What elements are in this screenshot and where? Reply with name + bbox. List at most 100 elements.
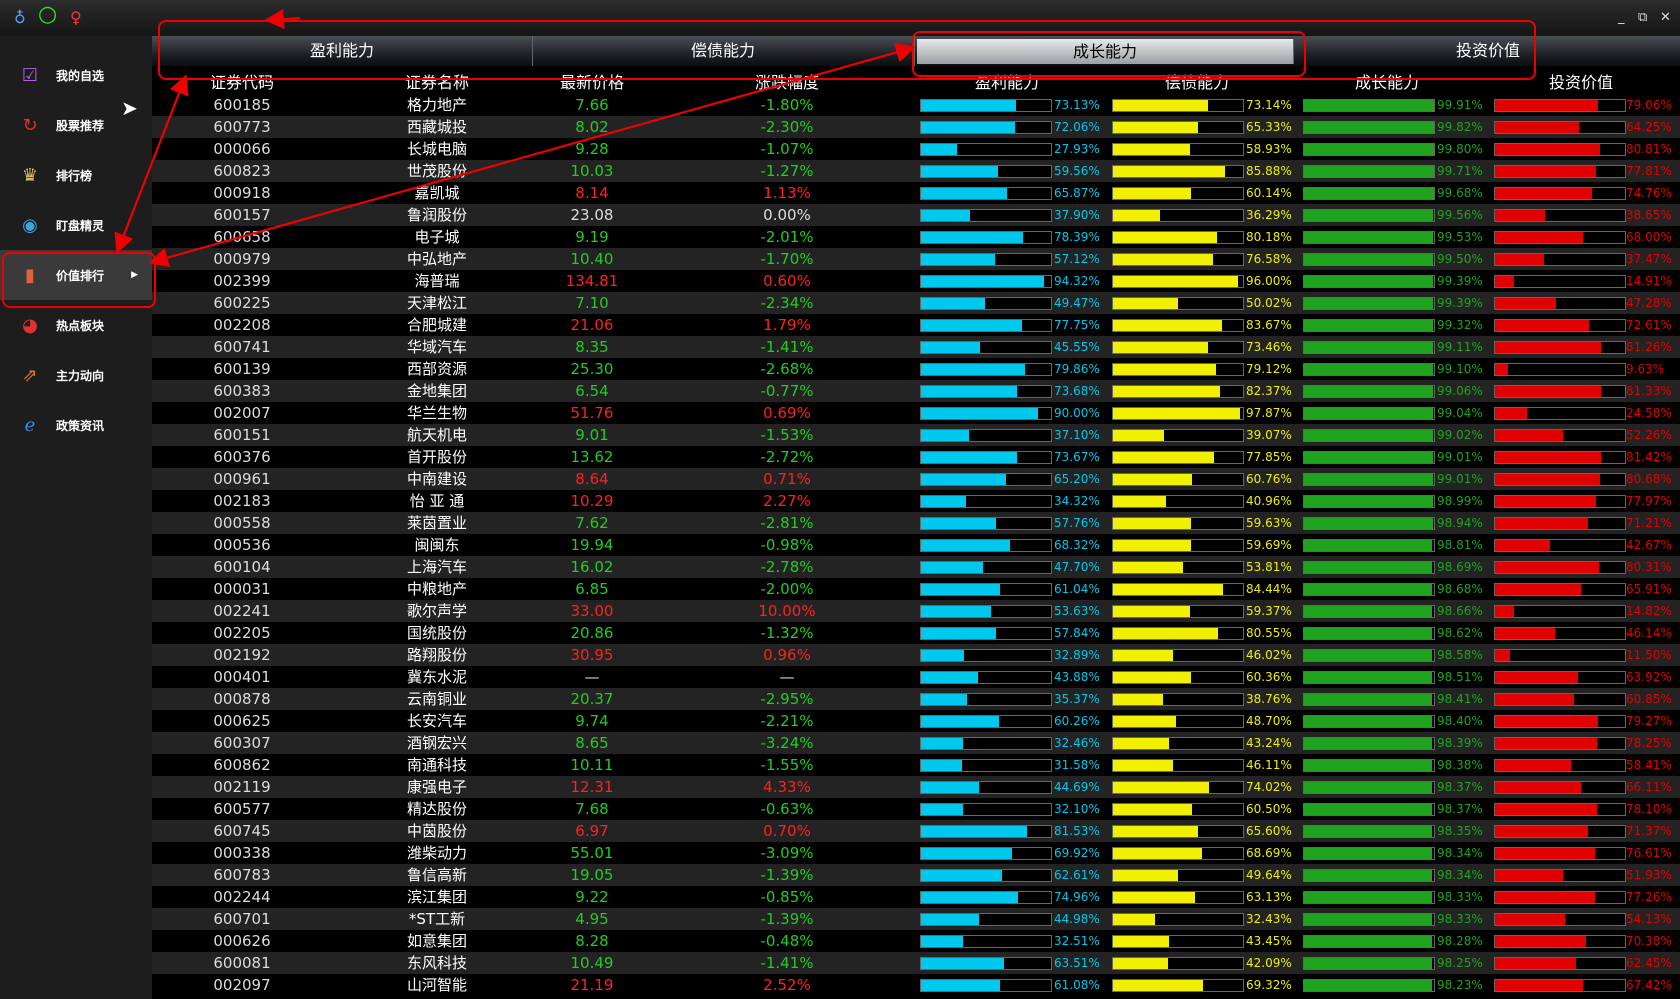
score-percent: 99.71%	[1437, 164, 1483, 178]
table-row[interactable]: 600701 *ST工新 4.95 -1.39% 44.98% 32.43% 98.33% 5…	[152, 908, 1680, 930]
table-row[interactable]: 600783 鲁信高新 19.05 -1.39% 62.61% 49.64% 98.34% 5…	[152, 864, 1680, 886]
table-row[interactable]: 000626 如意集团 8.28 -0.48% 32.51% 43.45% 98.28% 70…	[152, 930, 1680, 952]
score-percent: 99.04%	[1437, 406, 1483, 420]
sidebar-item-2[interactable]: ♛ 排行榜	[0, 150, 152, 200]
circle-icon[interactable]: ○	[38, 4, 57, 26]
table-row[interactable]: 002192 路翔股份 30.95 0.96% 32.89% 46.02% 98.58% 11…	[152, 644, 1680, 666]
table-row[interactable]: 600081 东风科技 10.49 -1.41% 63.51% 42.09% 98.25% 6…	[152, 952, 1680, 974]
table-row[interactable]: 000536 闽闽东 19.94 -0.98% 68.32% 59.69% 98.81% 42…	[152, 534, 1680, 556]
score-bar-fill	[921, 672, 979, 683]
minimize-icon[interactable]: _	[1618, 10, 1625, 25]
table-row[interactable]: 600225 天津松江 7.10 -2.34% 49.47% 50.02% 99.39% 47…	[152, 292, 1680, 314]
score-percent: 68.32%	[1054, 538, 1100, 552]
sidebar-item-0[interactable]: ☑ 我的自选	[0, 50, 152, 100]
table-row[interactable]: 000918 嘉凯城 8.14 1.13% 65.87% 60.14% 99.68% 74.7…	[152, 182, 1680, 204]
score-bar-成长能力	[1303, 231, 1435, 244]
sidebar-item-7[interactable]: ℯ 政策资讯	[0, 400, 152, 450]
table-row[interactable]: 600376 首开股份 13.62 -2.72% 73.67% 77.85% 99.01% 8…	[152, 446, 1680, 468]
change-percent: —	[779, 668, 795, 686]
score-percent: 37.90%	[1054, 208, 1100, 222]
table-row[interactable]: 002097 山河智能 21.19 2.52% 61.08% 69.32% 98.23% 67…	[152, 974, 1680, 996]
score-percent: 11.50%	[1626, 648, 1672, 662]
table-row[interactable]: 000961 中南建设 8.64 0.71% 65.20% 60.76% 99.01% 80.…	[152, 468, 1680, 490]
score-percent: 99.53%	[1437, 230, 1483, 244]
score-bar-fill	[1113, 958, 1168, 969]
stock-code: 600151	[213, 426, 271, 444]
table-row[interactable]: 600383 金地集团 6.54 -0.77% 73.68% 82.37% 99.06% 81…	[152, 380, 1680, 402]
score-bar-fill	[1113, 144, 1190, 155]
score-bar-fill	[1495, 650, 1510, 661]
score-percent: 98.94%	[1437, 516, 1483, 530]
restore-icon[interactable]: ⧉	[1638, 10, 1647, 25]
table-row[interactable]: 002399 海普瑞 134.81 0.60% 94.32% 96.00% 99.39% 14…	[152, 270, 1680, 292]
score-bar-偿债能力	[1112, 143, 1244, 156]
latest-price: 25.30	[570, 360, 614, 378]
table-row[interactable]: 600823 世茂股份 10.03 -1.27% 59.56% 85.88% 99.71% 7…	[152, 160, 1680, 182]
sidebar-item-3[interactable]: ◉ 盯盘精灵	[0, 200, 152, 250]
change-percent: -1.55%	[760, 756, 814, 774]
table-row[interactable]: 600307 酒钢宏兴 8.65 -3.24% 32.46% 43.24% 98.39% 78…	[152, 732, 1680, 754]
latest-price: 19.94	[570, 536, 614, 554]
female-symbol-icon[interactable]: ♀	[70, 8, 82, 28]
table-row[interactable]: 600862 南通科技 10.11 -1.55% 31.58% 46.11% 98.38% 5…	[152, 754, 1680, 776]
stock-name: 电子城	[414, 228, 460, 246]
score-percent: 43.45%	[1246, 934, 1292, 948]
score-bar-fill	[1113, 562, 1183, 573]
score-percent: 27.93%	[1054, 142, 1100, 156]
table-row[interactable]: 600157 鲁润股份 23.08 0.00% 37.90% 36.29% 99.56% 38…	[152, 204, 1680, 226]
table-row[interactable]: 002241 歌尔声学 33.00 10.00% 53.63% 59.37% 98.66% 1…	[152, 600, 1680, 622]
change-percent: -2.30%	[760, 118, 814, 136]
score-percent: 78.39%	[1054, 230, 1100, 244]
table-row[interactable]: 002208 合肥城建 21.06 1.79% 77.75% 83.67% 99.32% 72…	[152, 314, 1680, 336]
table-row[interactable]: 000558 莱茵置业 7.62 -2.81% 57.76% 59.63% 98.94% 71…	[152, 512, 1680, 534]
male-symbol-icon[interactable]: ♁	[14, 8, 26, 28]
stock-name: 鲁润股份	[406, 206, 467, 224]
table-row[interactable]: 000878 云南铜业 20.37 -2.95% 35.37% 38.76% 98.41% 6…	[152, 688, 1680, 710]
table-row[interactable]: 000979 中弘地产 10.40 -1.70% 57.12% 76.58% 99.50% 3…	[152, 248, 1680, 270]
table-row[interactable]: 600745 中茵股份 6.97 0.70% 81.53% 65.60% 98.35% 71.…	[152, 820, 1680, 842]
stock-code: 002007	[213, 404, 271, 422]
latest-price: 9.22	[575, 888, 609, 906]
score-bar-成长能力	[1303, 759, 1435, 772]
score-bar-fill	[1113, 276, 1238, 287]
score-percent: 98.25%	[1437, 956, 1483, 970]
table-row[interactable]: 600741 华域汽车 8.35 -1.41% 45.55% 73.46% 99.11% 81…	[152, 336, 1680, 358]
score-bar-fill	[921, 562, 983, 573]
change-percent: -2.78%	[760, 558, 814, 576]
score-bar-fill	[1113, 210, 1161, 221]
table-row[interactable]: 000338 潍柴动力 55.01 -3.09% 69.92% 68.69% 98.34% 7…	[152, 842, 1680, 864]
table-row[interactable]: 000066 长城电脑 9.28 -1.07% 27.93% 58.93% 99.80% 80…	[152, 138, 1680, 160]
score-bar-偿债能力	[1112, 187, 1244, 200]
table-row[interactable]: 002205 国统股份 20.86 -1.32% 57.84% 80.55% 98.62% 4…	[152, 622, 1680, 644]
table-row[interactable]: 600773 西藏城投 8.02 -2.30% 72.06% 65.33% 99.82% 64…	[152, 116, 1680, 138]
table-row[interactable]: 600104 上海汽车 16.02 -2.78% 47.70% 53.81% 98.69% 8…	[152, 556, 1680, 578]
table-row[interactable]: 000625 长安汽车 9.74 -2.21% 60.26% 48.70% 98.40% 79…	[152, 710, 1680, 732]
stock-code: 002097	[213, 976, 271, 994]
table-row[interactable]: 600139 西部资源 25.30 -2.68% 79.86% 79.12% 99.10% 9…	[152, 358, 1680, 380]
table-row[interactable]: 002183 怡 亚 通 10.29 2.27% 34.32% 40.96% 98.99% 7…	[152, 490, 1680, 512]
score-bar-fill	[1304, 386, 1433, 397]
table-row[interactable]: 600151 航天机电 9.01 -1.53% 37.10% 39.07% 99.02% 52…	[152, 424, 1680, 446]
stock-name: 华兰生物	[406, 404, 467, 422]
table-row[interactable]: 002119 康强电子 12.31 4.33% 44.69% 74.02% 98.37% 66…	[152, 776, 1680, 798]
score-percent: 79.06%	[1626, 98, 1672, 112]
latest-price: 9.28	[575, 140, 609, 158]
table-row[interactable]: 000401 冀东水泥 — — 43.88% 60.36% 98.51% 63.92%	[152, 666, 1680, 688]
score-percent: 37.10%	[1054, 428, 1100, 442]
latest-price: 9.19	[575, 228, 609, 246]
stock-name: 世茂股份	[406, 162, 467, 180]
close-icon[interactable]: ✕	[1660, 10, 1671, 25]
table-row[interactable]: 002244 滨江集团 9.22 -0.85% 74.96% 63.13% 98.33% 77…	[152, 886, 1680, 908]
latest-price: 10.49	[570, 954, 614, 972]
score-percent: 98.69%	[1437, 560, 1483, 574]
sidebar-item-6[interactable]: ⇗ 主力动向	[0, 350, 152, 400]
score-bar-偿债能力	[1112, 869, 1244, 882]
score-bar-盈利能力	[920, 803, 1052, 816]
table-row[interactable]: 000031 中粮地产 6.85 -2.00% 61.04% 84.44% 98.68% 65…	[152, 578, 1680, 600]
table-row[interactable]: 002007 华兰生物 51.76 0.69% 90.00% 97.87% 99.04% 24…	[152, 402, 1680, 424]
table-row[interactable]: 600185 格力地产 7.66 -1.80% 73.13% 73.14% 99.91% 79…	[152, 94, 1680, 116]
score-percent: 74.96%	[1054, 890, 1100, 904]
table-row[interactable]: 600577 精达股份 7.68 -0.63% 32.10% 60.50% 98.37% 78…	[152, 798, 1680, 820]
table-row[interactable]: 600658 电子城 9.19 -2.01% 78.39% 80.18% 99.53% 68.…	[152, 226, 1680, 248]
score-percent: 99.91%	[1437, 98, 1483, 112]
